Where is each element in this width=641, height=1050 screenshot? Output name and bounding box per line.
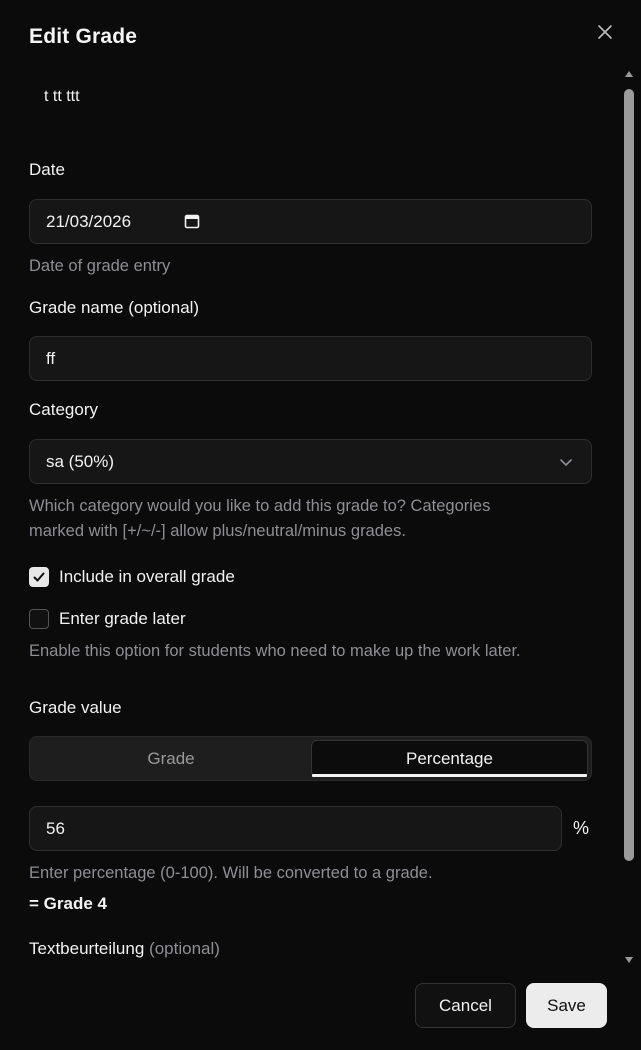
enter-later-checkbox[interactable] xyxy=(29,609,49,629)
category-hint: Which category would you like to add thi… xyxy=(29,494,490,544)
chevron-down-icon xyxy=(560,459,572,466)
percent-unit: % xyxy=(573,818,590,838)
category-hint-line-1: Which category would you like to add thi… xyxy=(29,497,491,515)
tab-grade[interactable]: Grade xyxy=(33,740,309,777)
scrollbar[interactable] xyxy=(622,71,637,963)
close-icon xyxy=(598,25,612,39)
category-selected: sa (50%) xyxy=(46,451,115,471)
grade-value-tabs: Grade Percentage xyxy=(29,736,592,781)
date-label: Date xyxy=(29,160,65,179)
converted-grade: = Grade 4 xyxy=(29,894,107,913)
enter-later-hint: Enable this option for students who need… xyxy=(29,642,521,660)
calendar-icon[interactable] xyxy=(184,213,200,229)
text-assessment-title: Textbeurteilung xyxy=(29,939,145,958)
tab-percentage-label: Percentage xyxy=(406,748,493,768)
grade-name-label: Grade name (optional) xyxy=(29,298,200,317)
scroll-thumb[interactable] xyxy=(624,89,634,861)
category-label: Category xyxy=(29,400,98,419)
category-select[interactable]: sa (50%) xyxy=(29,439,592,484)
active-tab-indicator xyxy=(312,774,587,777)
tab-percentage[interactable]: Percentage xyxy=(311,740,588,777)
date-input[interactable]: 21/03/2026 xyxy=(29,199,592,244)
student-name: t tt ttt xyxy=(44,88,80,105)
include-overall-checkbox[interactable] xyxy=(29,567,49,587)
percentage-hint: Enter percentage (0-100). Will be conver… xyxy=(29,864,433,882)
scroll-up-arrow[interactable] xyxy=(625,71,633,77)
close-button[interactable] xyxy=(592,19,618,45)
percentage-input[interactable]: 56 xyxy=(29,806,562,851)
text-assessment-label: Textbeurteilung (optional) xyxy=(29,939,220,959)
category-hint-line-2: marked with [+/~/-] allow plus/neutral/m… xyxy=(29,522,406,540)
include-overall-label[interactable]: Include in overall grade xyxy=(59,567,235,587)
check-icon xyxy=(33,572,45,582)
dialog-title: Edit Grade xyxy=(29,25,138,48)
grade-name-value: ff xyxy=(46,348,56,368)
save-button[interactable]: Save xyxy=(526,983,607,1028)
grade-value-label: Grade value xyxy=(29,698,122,717)
date-hint: Date of grade entry xyxy=(29,257,171,275)
date-value: 21/03/2026 xyxy=(46,211,132,231)
grade-name-input[interactable]: ff xyxy=(29,336,592,381)
percentage-value: 56 xyxy=(46,818,65,838)
edit-grade-dialog: Edit Grade t tt ttt Date 21/03/2026 Date… xyxy=(0,0,641,1050)
text-assessment-optional: (optional) xyxy=(149,939,220,958)
cancel-button[interactable]: Cancel xyxy=(415,983,516,1028)
enter-later-label[interactable]: Enter grade later xyxy=(59,609,186,629)
scroll-down-arrow[interactable] xyxy=(625,957,633,963)
